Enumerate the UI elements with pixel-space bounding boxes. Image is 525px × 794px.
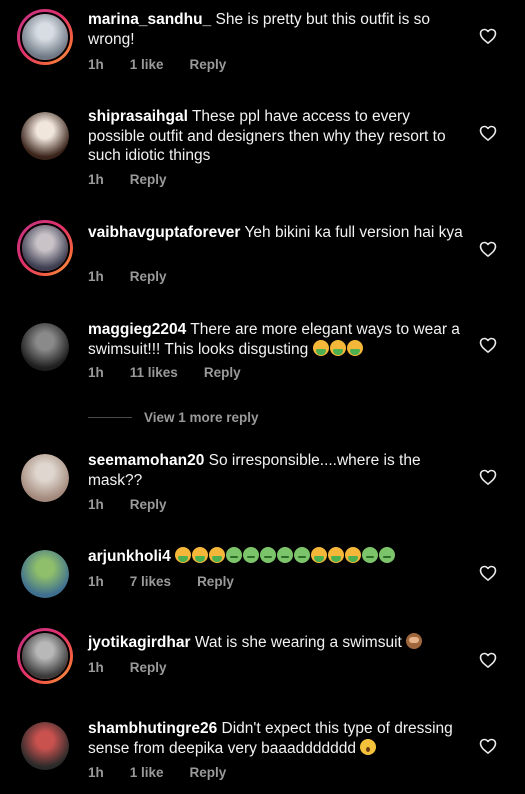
- comment-time: 1h: [88, 765, 104, 780]
- comment-text: shambhutingre26 Didn't expect this type …: [88, 719, 463, 758]
- comment-likes[interactable]: 1 like: [130, 57, 164, 72]
- avatar[interactable]: [17, 220, 73, 276]
- vomit-emoji-icon: [209, 547, 225, 563]
- view-more-replies-label: View 1 more reply: [144, 409, 259, 425]
- vomit-emoji-icon: [345, 547, 361, 563]
- avatar[interactable]: [21, 550, 69, 598]
- comment-likes[interactable]: 11 likes: [130, 365, 178, 380]
- like-heart-icon[interactable]: [478, 650, 498, 670]
- avatar[interactable]: [21, 323, 69, 371]
- nausea-emoji-icon: [277, 547, 293, 563]
- reply-button[interactable]: Reply: [190, 765, 227, 780]
- reply-button[interactable]: Reply: [190, 57, 227, 72]
- avatar[interactable]: [21, 454, 69, 502]
- monkey-emoji-icon: [406, 633, 423, 649]
- reply-button[interactable]: Reply: [130, 497, 167, 512]
- wow-emoji-icon: [360, 738, 377, 755]
- comment-time: 1h: [88, 172, 104, 187]
- comment-username[interactable]: shambhutingre26: [88, 720, 217, 737]
- nausea-emoji-icon: [243, 547, 259, 563]
- avatar-image: [21, 323, 69, 371]
- comment-text: seemamohan20 So irresponsible....where i…: [88, 451, 463, 490]
- comment-meta: 1h Reply: [88, 269, 193, 284]
- like-heart-icon[interactable]: [478, 26, 498, 46]
- nausea-emoji-icon: [260, 547, 276, 563]
- comment-username[interactable]: jyotikagirdhar: [88, 634, 191, 651]
- like-heart-icon[interactable]: [478, 467, 498, 487]
- avatar-image: [21, 454, 69, 502]
- comment-time: 1h: [88, 269, 104, 284]
- comment-time: 1h: [88, 660, 104, 675]
- comment-text: arjunkholi4: [88, 547, 463, 567]
- avatar[interactable]: [21, 112, 69, 160]
- vomit-emoji-icon: [329, 339, 346, 356]
- reply-button[interactable]: Reply: [204, 365, 241, 380]
- reply-button[interactable]: Reply: [130, 269, 167, 284]
- comment-text: maggieg2204 There are more elegant ways …: [88, 320, 463, 359]
- nausea-emoji-icon: [226, 547, 242, 563]
- view-more-replies-button[interactable]: View 1 more reply: [88, 407, 259, 427]
- avatar[interactable]: [21, 722, 69, 770]
- like-heart-icon[interactable]: [478, 123, 498, 143]
- nausea-emoji-icon: [294, 547, 310, 563]
- avatar-image: [21, 550, 69, 598]
- avatar[interactable]: [17, 9, 73, 65]
- comment-meta: 1h Reply: [88, 172, 193, 187]
- comment-text: marina_sandhu_ She is pretty but this ou…: [88, 10, 463, 49]
- avatar-image: [21, 112, 69, 160]
- like-heart-icon[interactable]: [478, 239, 498, 259]
- nausea-emoji-icon: [379, 547, 395, 563]
- comment-meta: 1h 7 likes Reply: [88, 574, 260, 589]
- avatar-image: [22, 14, 68, 60]
- avatar-image: [22, 633, 68, 679]
- comment-time: 1h: [88, 497, 104, 512]
- comment-meta: 1h 1 like Reply: [88, 57, 252, 72]
- vomit-emoji-icon: [346, 339, 363, 356]
- vomit-emoji-icon: [312, 339, 329, 356]
- vomit-emoji-icon: [175, 547, 191, 563]
- vomit-emoji-icon: [328, 547, 344, 563]
- comment-username[interactable]: marina_sandhu_: [88, 11, 211, 28]
- like-heart-icon[interactable]: [478, 563, 498, 583]
- comment-meta: 1h 11 likes Reply: [88, 365, 267, 380]
- comment-time: 1h: [88, 574, 104, 589]
- comment-meta: 1h Reply: [88, 660, 193, 675]
- like-heart-icon[interactable]: [478, 335, 498, 355]
- comment-time: 1h: [88, 365, 104, 380]
- comment-username[interactable]: arjunkholi4: [88, 548, 171, 565]
- comment-body: Wat is she wearing a swimsuit: [194, 634, 402, 651]
- comment-username[interactable]: shiprasaihgal: [88, 108, 188, 125]
- divider-line: [88, 416, 132, 418]
- vomit-emoji-icon: [311, 547, 327, 563]
- reply-button[interactable]: Reply: [130, 172, 167, 187]
- comment-likes[interactable]: 7 likes: [130, 574, 171, 589]
- comment-text: vaibhavguptaforever Yeh bikini ka full v…: [88, 223, 463, 243]
- avatar-image: [21, 722, 69, 770]
- reply-button[interactable]: Reply: [197, 574, 234, 589]
- reply-button[interactable]: Reply: [130, 660, 167, 675]
- comment-meta: 1h 1 like Reply: [88, 765, 252, 780]
- comment-username[interactable]: maggieg2204: [88, 321, 186, 338]
- avatar-image: [22, 225, 68, 271]
- comment-text: shiprasaihgal These ppl have access to e…: [88, 107, 463, 166]
- nausea-emoji-icon: [362, 547, 378, 563]
- comment-username[interactable]: vaibhavguptaforever: [88, 224, 240, 241]
- vomit-emoji-icon: [192, 547, 208, 563]
- comment-text: jyotikagirdhar Wat is she wearing a swim…: [88, 633, 463, 653]
- comment-likes[interactable]: 1 like: [130, 765, 164, 780]
- like-heart-icon[interactable]: [478, 736, 498, 756]
- comment-meta: 1h Reply: [88, 497, 193, 512]
- avatar[interactable]: [17, 628, 73, 684]
- comment-username[interactable]: seemamohan20: [88, 452, 204, 469]
- comment-time: 1h: [88, 57, 104, 72]
- comment-body: Yeh bikini ka full version hai kya: [244, 224, 463, 241]
